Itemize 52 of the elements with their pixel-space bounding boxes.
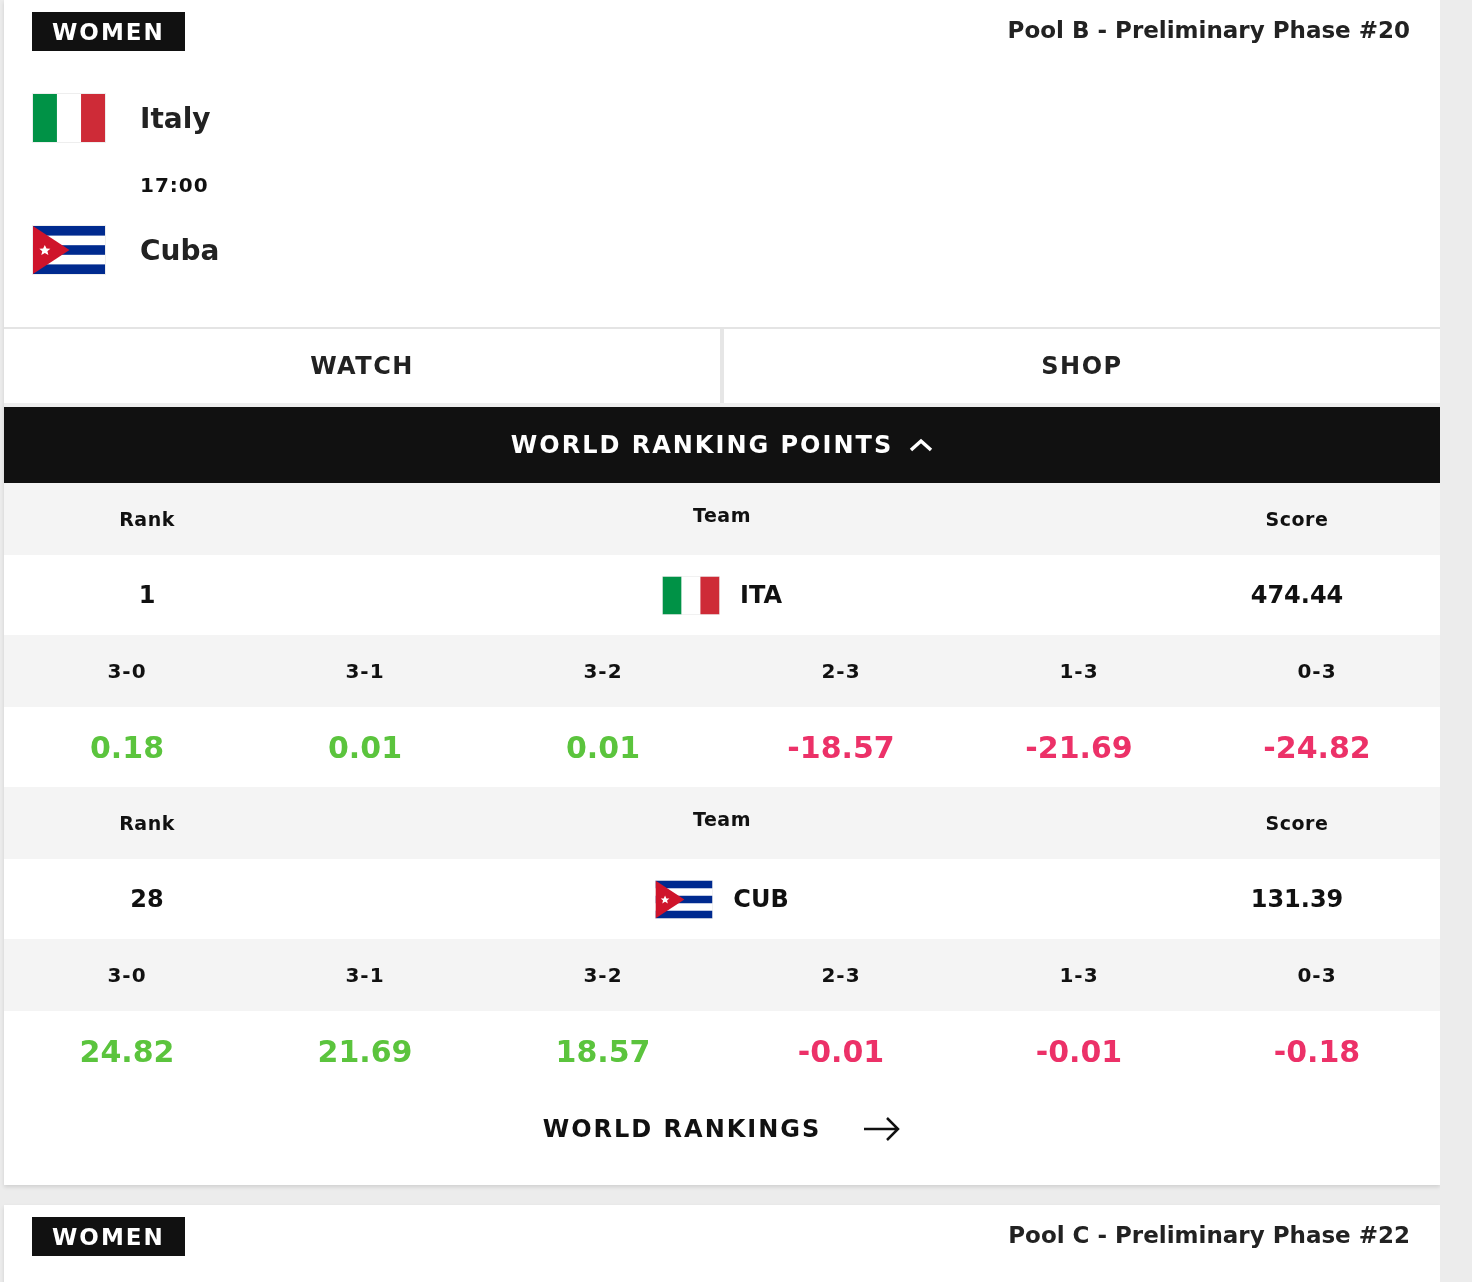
result-label: 0-3 xyxy=(1297,963,1337,987)
ranking-toggle[interactable]: WORLD RANKING POINTS xyxy=(4,407,1440,483)
rank-value: 28 xyxy=(130,885,164,913)
result-label: 3-1 xyxy=(345,659,385,683)
points-value: 0.18 xyxy=(90,729,164,765)
points-value: -0.18 xyxy=(1273,1033,1361,1069)
points-value: 18.57 xyxy=(555,1033,651,1069)
points-value: -21.69 xyxy=(1025,729,1133,765)
points-value: -0.01 xyxy=(1035,1033,1123,1069)
category-label: WOMEN xyxy=(32,1217,185,1256)
pool-title: Pool B - Preliminary Phase #20 xyxy=(1007,16,1410,43)
pool-title: Pool C - Preliminary Phase #22 xyxy=(1008,1221,1410,1248)
points-value: 24.82 xyxy=(79,1033,175,1069)
world-rankings-link[interactable]: WORLD RANKINGS xyxy=(542,1115,822,1143)
match-time: 17:00 xyxy=(140,173,210,197)
cuba-flag-icon xyxy=(32,225,106,275)
points-value: 0.01 xyxy=(566,729,640,765)
score-value: 474.44 xyxy=(1250,581,1344,609)
chevron-icon xyxy=(909,438,934,452)
result-label: 1-3 xyxy=(1059,659,1099,683)
points-value: 0.01 xyxy=(328,729,402,765)
result-label: 0-3 xyxy=(1297,659,1337,683)
points-value: 21.69 xyxy=(317,1033,413,1069)
result-label: 3-0 xyxy=(107,963,147,987)
result-label: 3-1 xyxy=(345,963,385,987)
score-value: 131.39 xyxy=(1250,885,1344,913)
action-button[interactable]: SHOP xyxy=(720,329,1440,403)
cuba-flag-icon xyxy=(655,879,714,919)
italy-flag-icon xyxy=(32,93,106,143)
column-header: Rank xyxy=(119,508,175,530)
rank-value: 1 xyxy=(138,581,156,609)
column-header: Team xyxy=(693,808,751,830)
team-code: CUB xyxy=(733,885,789,913)
column-header: Rank xyxy=(119,812,175,834)
column-header: Score xyxy=(1265,508,1329,530)
result-label: 3-2 xyxy=(583,659,623,683)
result-label: 1-3 xyxy=(1059,963,1099,987)
column-header: Score xyxy=(1265,812,1329,834)
result-label: 2-3 xyxy=(821,963,861,987)
team-name: Italy xyxy=(140,101,211,135)
points-value: -18.57 xyxy=(787,729,895,765)
result-label: 3-2 xyxy=(583,963,623,987)
team-code: ITA xyxy=(740,581,782,609)
column-header: Team xyxy=(693,504,751,526)
team-name: Cuba xyxy=(140,233,220,267)
result-label: 2-3 xyxy=(821,659,861,683)
points-value: -0.01 xyxy=(797,1033,885,1069)
result-label: 3-0 xyxy=(107,659,147,683)
points-value: -24.82 xyxy=(1263,729,1371,765)
italy-flag-icon xyxy=(662,575,720,615)
arrow-right-icon xyxy=(863,1116,902,1142)
category-label: WOMEN xyxy=(32,12,185,51)
